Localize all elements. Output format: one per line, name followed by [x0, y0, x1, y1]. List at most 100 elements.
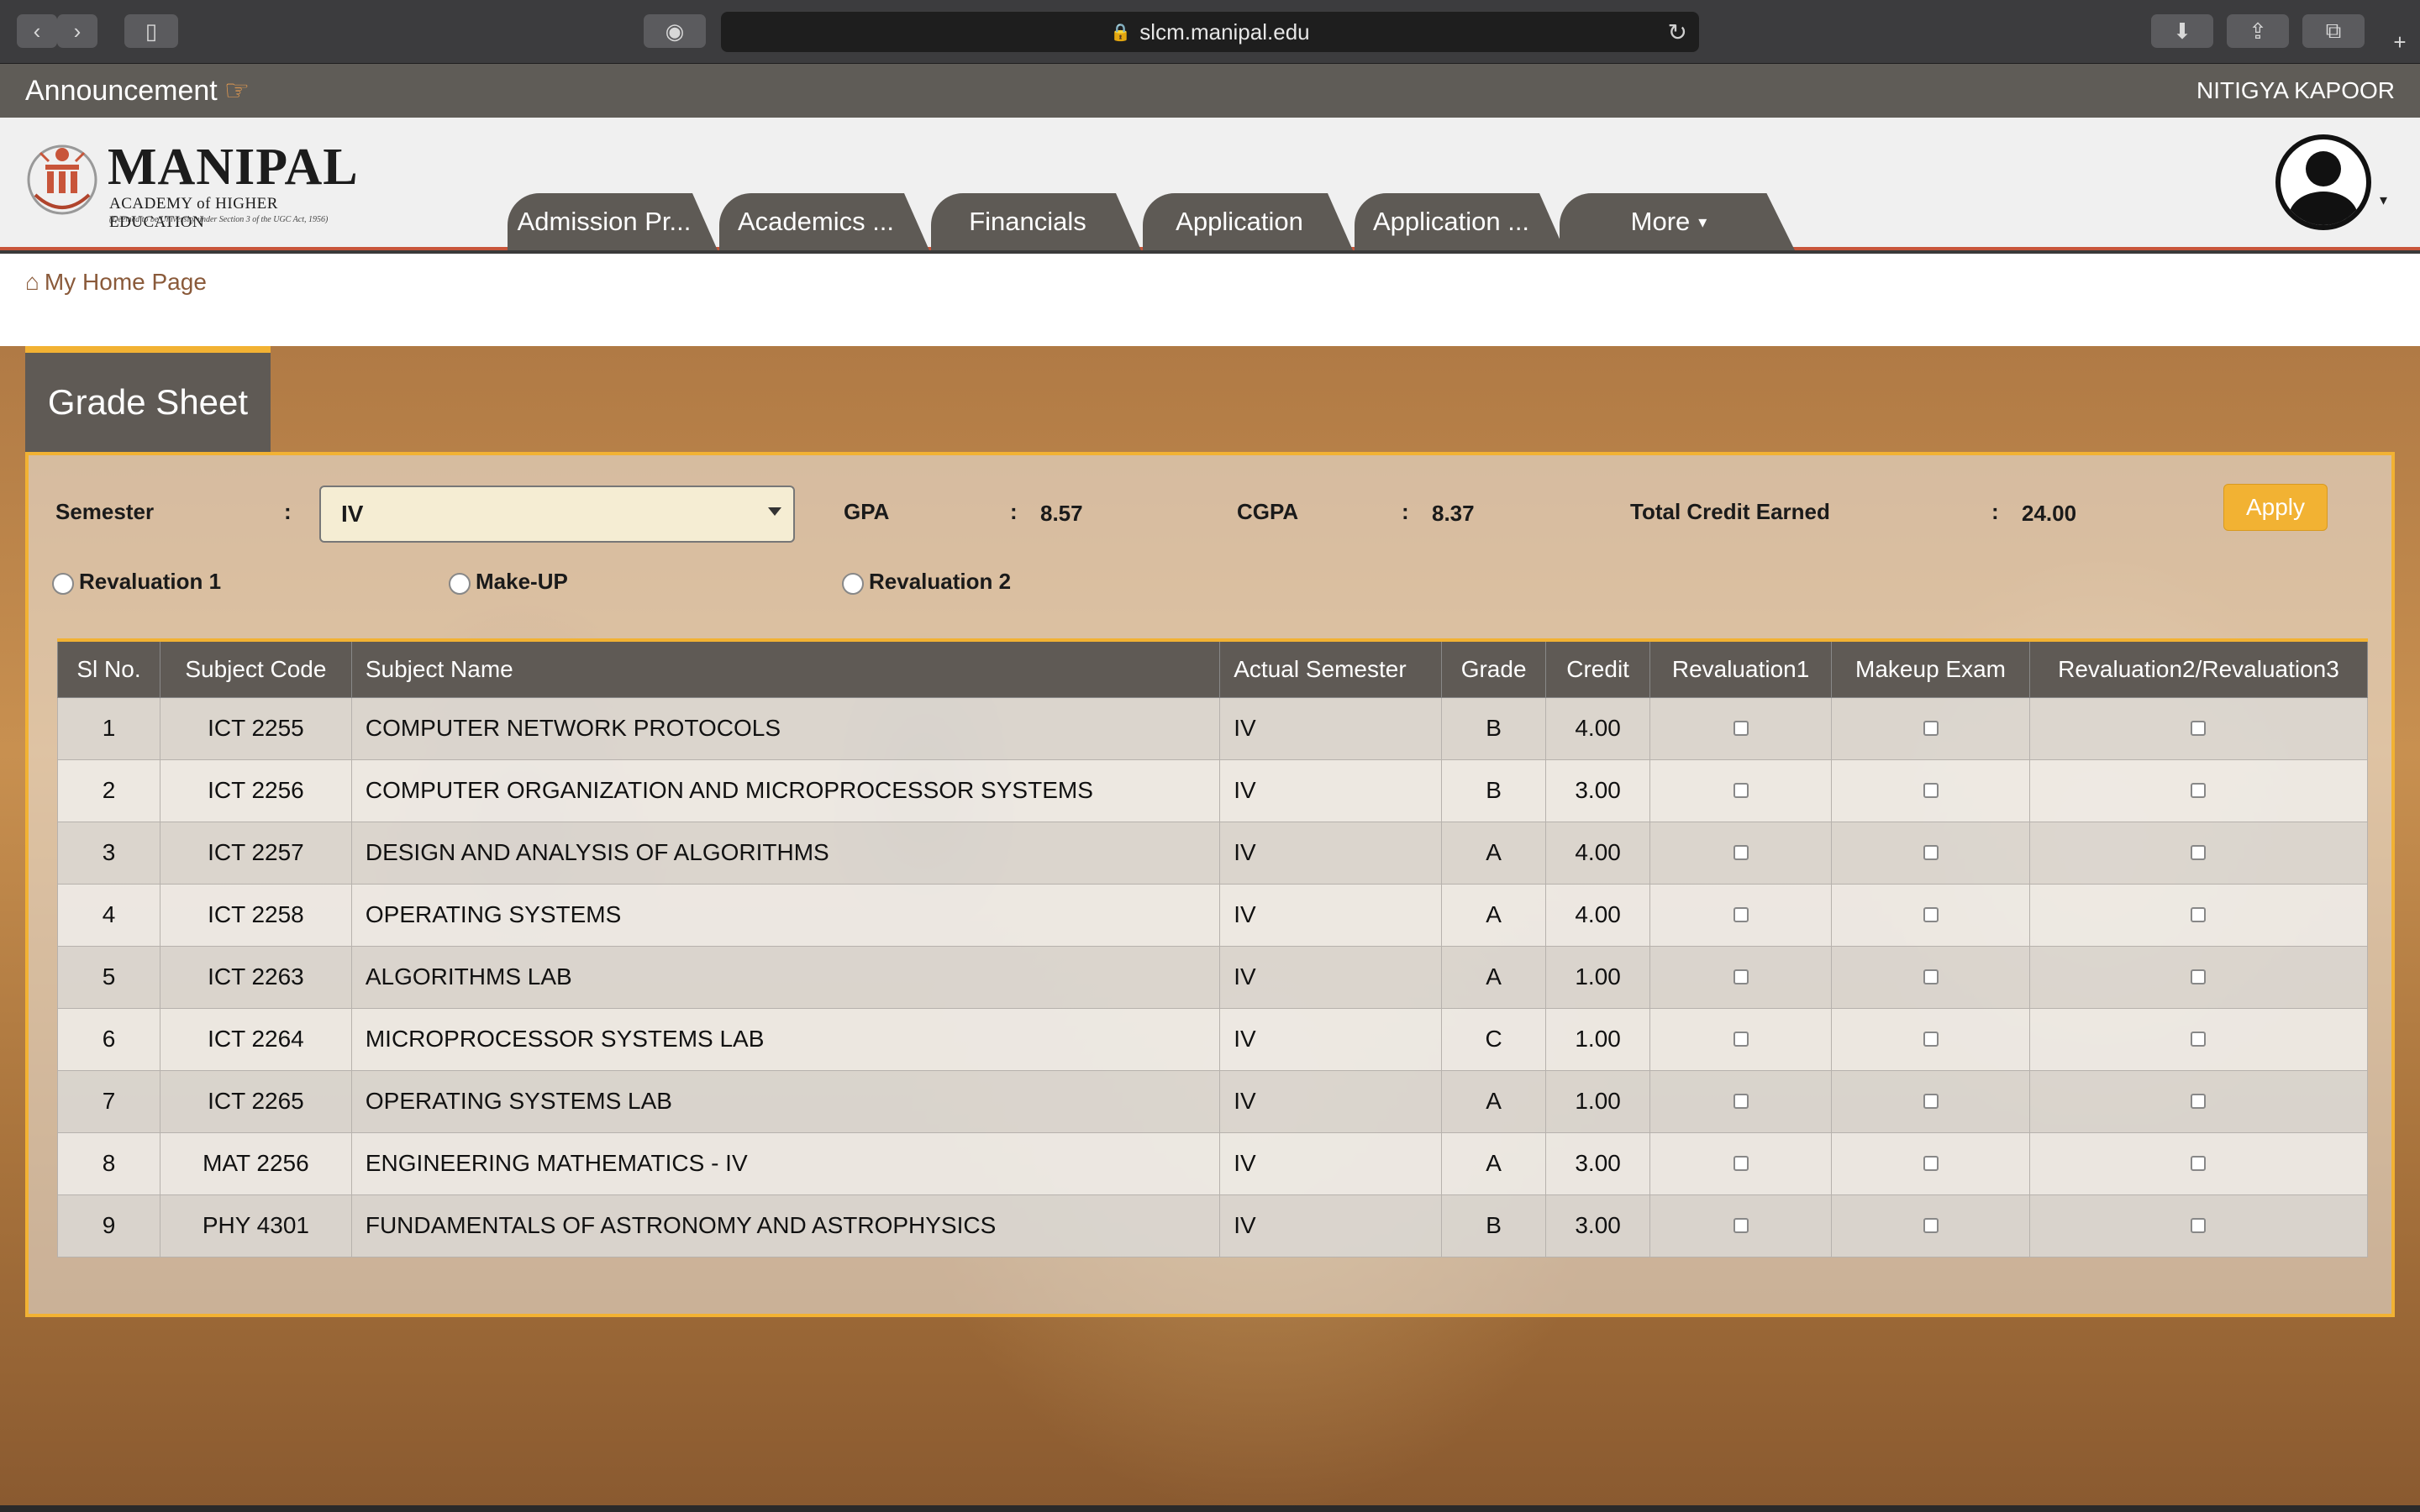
sidebar-toggle-button[interactable]: ▯ — [124, 14, 178, 48]
cell-revaluation2 — [2028, 1069, 2369, 1133]
manipal-logo[interactable]: MANIPAL ACADEMY of HIGHER EDUCATION (Dee… — [24, 136, 358, 231]
makeup-checkbox[interactable] — [1923, 1094, 1939, 1109]
tab-financials[interactable]: Financials — [931, 193, 1141, 250]
radio-revaluation-1[interactable]: Revaluation 1 — [52, 568, 221, 595]
cell-makeup — [1831, 1131, 2030, 1195]
col-header-credit: Credit — [1545, 638, 1651, 698]
breadcrumb[interactable]: ⌂ My Home Page — [25, 269, 207, 296]
cell-semester: IV — [1219, 1007, 1443, 1071]
makeup-checkbox[interactable] — [1923, 1218, 1939, 1233]
cell-revaluation2 — [2028, 759, 2369, 822]
site-header: MANIPAL ACADEMY of HIGHER EDUCATION (Dee… — [0, 118, 2420, 250]
sidebar-icon: ▯ — [145, 18, 158, 44]
cell-code: MAT 2256 — [159, 1131, 352, 1195]
makeup-checkbox[interactable] — [1923, 845, 1939, 860]
downloads-button[interactable]: ⬇ — [2151, 14, 2213, 48]
makeup-checkbox[interactable] — [1923, 721, 1939, 736]
chevron-left-icon: ‹ — [33, 18, 41, 44]
revaluation2-checkbox[interactable] — [2191, 783, 2207, 798]
col-header-code: Subject Code — [159, 638, 352, 698]
logo-subtitle: ACADEMY of HIGHER EDUCATION — [109, 195, 278, 231]
cell-sl: 3 — [57, 821, 160, 885]
cell-code: ICT 2256 — [159, 759, 352, 822]
radio-circle[interactable] — [842, 573, 864, 595]
revaluation1-checkbox[interactable] — [1733, 969, 1749, 984]
makeup-checkbox[interactable] — [1923, 969, 1939, 984]
cell-sl: 5 — [57, 945, 160, 1009]
revaluation2-checkbox[interactable] — [2191, 1094, 2207, 1109]
new-tab-button[interactable]: + — [2383, 25, 2417, 59]
revaluation1-checkbox[interactable] — [1733, 907, 1749, 922]
col-header-grade: Grade — [1441, 638, 1547, 698]
cell-revaluation1 — [1649, 1007, 1833, 1071]
revaluation1-checkbox[interactable] — [1733, 1156, 1749, 1171]
share-button[interactable]: ⇪ — [2227, 14, 2289, 48]
revaluation2-checkbox[interactable] — [2191, 1218, 2207, 1233]
tab-application-more[interactable]: Application ... — [1355, 193, 1565, 250]
grammarly-extension-button[interactable]: ◉ — [644, 14, 706, 48]
credit-label: Total Credit Earned — [1630, 499, 1830, 524]
cell-makeup — [1831, 945, 2030, 1009]
radio-make-up[interactable]: Make-UP — [449, 568, 568, 595]
revaluation2-checkbox[interactable] — [2191, 1032, 2207, 1047]
makeup-checkbox[interactable] — [1923, 1032, 1939, 1047]
cell-revaluation2 — [2028, 945, 2369, 1009]
back-button[interactable]: ‹ — [17, 14, 57, 48]
col-header-sl: Sl No. — [57, 638, 160, 698]
tab-more[interactable]: More ▾ — [1560, 193, 1795, 250]
cell-code: ICT 2264 — [159, 1007, 352, 1071]
apply-button[interactable]: Apply — [2223, 484, 2328, 531]
revaluation2-checkbox[interactable] — [2191, 907, 2207, 922]
logo-name: MANIPAL — [108, 139, 359, 196]
forward-button[interactable]: › — [57, 14, 97, 48]
cell-credit: 4.00 — [1545, 696, 1651, 760]
cell-name: FUNDAMENTALS OF ASTRONOMY AND ASTROPHYSI… — [350, 1194, 1221, 1257]
cell-credit: 1.00 — [1545, 1069, 1651, 1133]
tab-label: Application — [1176, 207, 1303, 236]
grades-table: Sl No. Subject Code Subject Name Actual … — [57, 638, 2369, 1257]
revaluation2-checkbox[interactable] — [2191, 721, 2207, 736]
revaluation1-checkbox[interactable] — [1733, 783, 1749, 798]
revaluation1-checkbox[interactable] — [1733, 721, 1749, 736]
cell-grade: C — [1441, 1007, 1547, 1071]
caret-down-icon[interactable]: ▾ — [2380, 192, 2387, 209]
col-header-revaluation2: Revaluation2/Revaluation3 — [2028, 638, 2369, 698]
cell-semester: IV — [1219, 945, 1443, 1009]
radio-circle[interactable] — [52, 573, 74, 595]
revaluation1-checkbox[interactable] — [1733, 1094, 1749, 1109]
cell-revaluation1 — [1649, 821, 1833, 885]
tab-admission[interactable]: Admission Pr... — [508, 193, 718, 250]
announcement-link[interactable]: Announcement ☞ — [25, 74, 250, 108]
makeup-checkbox[interactable] — [1923, 907, 1939, 922]
revaluation2-checkbox[interactable] — [2191, 1156, 2207, 1171]
revaluation1-checkbox[interactable] — [1733, 1032, 1749, 1047]
tab-application[interactable]: Application — [1143, 193, 1353, 250]
cell-code: ICT 2265 — [159, 1069, 352, 1133]
radio-label: Revaluation 2 — [869, 568, 1012, 594]
tabs-overview-button[interactable]: ⧉ — [2302, 14, 2365, 48]
gpa-value: 8.57 — [1040, 501, 1083, 526]
semester-selected-value: IV — [341, 501, 364, 527]
semester-select[interactable]: IV — [319, 486, 795, 543]
cell-grade: B — [1441, 759, 1547, 822]
makeup-checkbox[interactable] — [1923, 783, 1939, 798]
revaluation1-checkbox[interactable] — [1733, 1218, 1749, 1233]
address-bar[interactable]: 🔒 slcm.manipal.edu ↻ — [721, 12, 1699, 52]
url-text: slcm.manipal.edu — [1139, 18, 1310, 45]
tab-academics[interactable]: Academics ... — [719, 193, 929, 250]
reload-icon[interactable]: ↻ — [1668, 18, 1687, 46]
avatar-head — [2306, 151, 2341, 186]
tab-label: Financials — [969, 207, 1086, 236]
breadcrumb-home-link[interactable]: My Home Page — [45, 269, 207, 295]
revaluation1-checkbox[interactable] — [1733, 845, 1749, 860]
avatar-body — [2289, 192, 2358, 225]
radio-circle[interactable] — [449, 573, 471, 595]
user-name[interactable]: NITIGYA KAPOOR — [2196, 77, 2395, 104]
makeup-checkbox[interactable] — [1923, 1156, 1939, 1171]
revaluation2-checkbox[interactable] — [2191, 845, 2207, 860]
user-avatar-icon[interactable] — [2275, 134, 2371, 230]
colon: : — [1010, 499, 1018, 524]
revaluation2-checkbox[interactable] — [2191, 969, 2207, 984]
tab-label: Academics ... — [737, 207, 895, 236]
radio-revaluation-2[interactable]: Revaluation 2 — [842, 568, 1011, 595]
